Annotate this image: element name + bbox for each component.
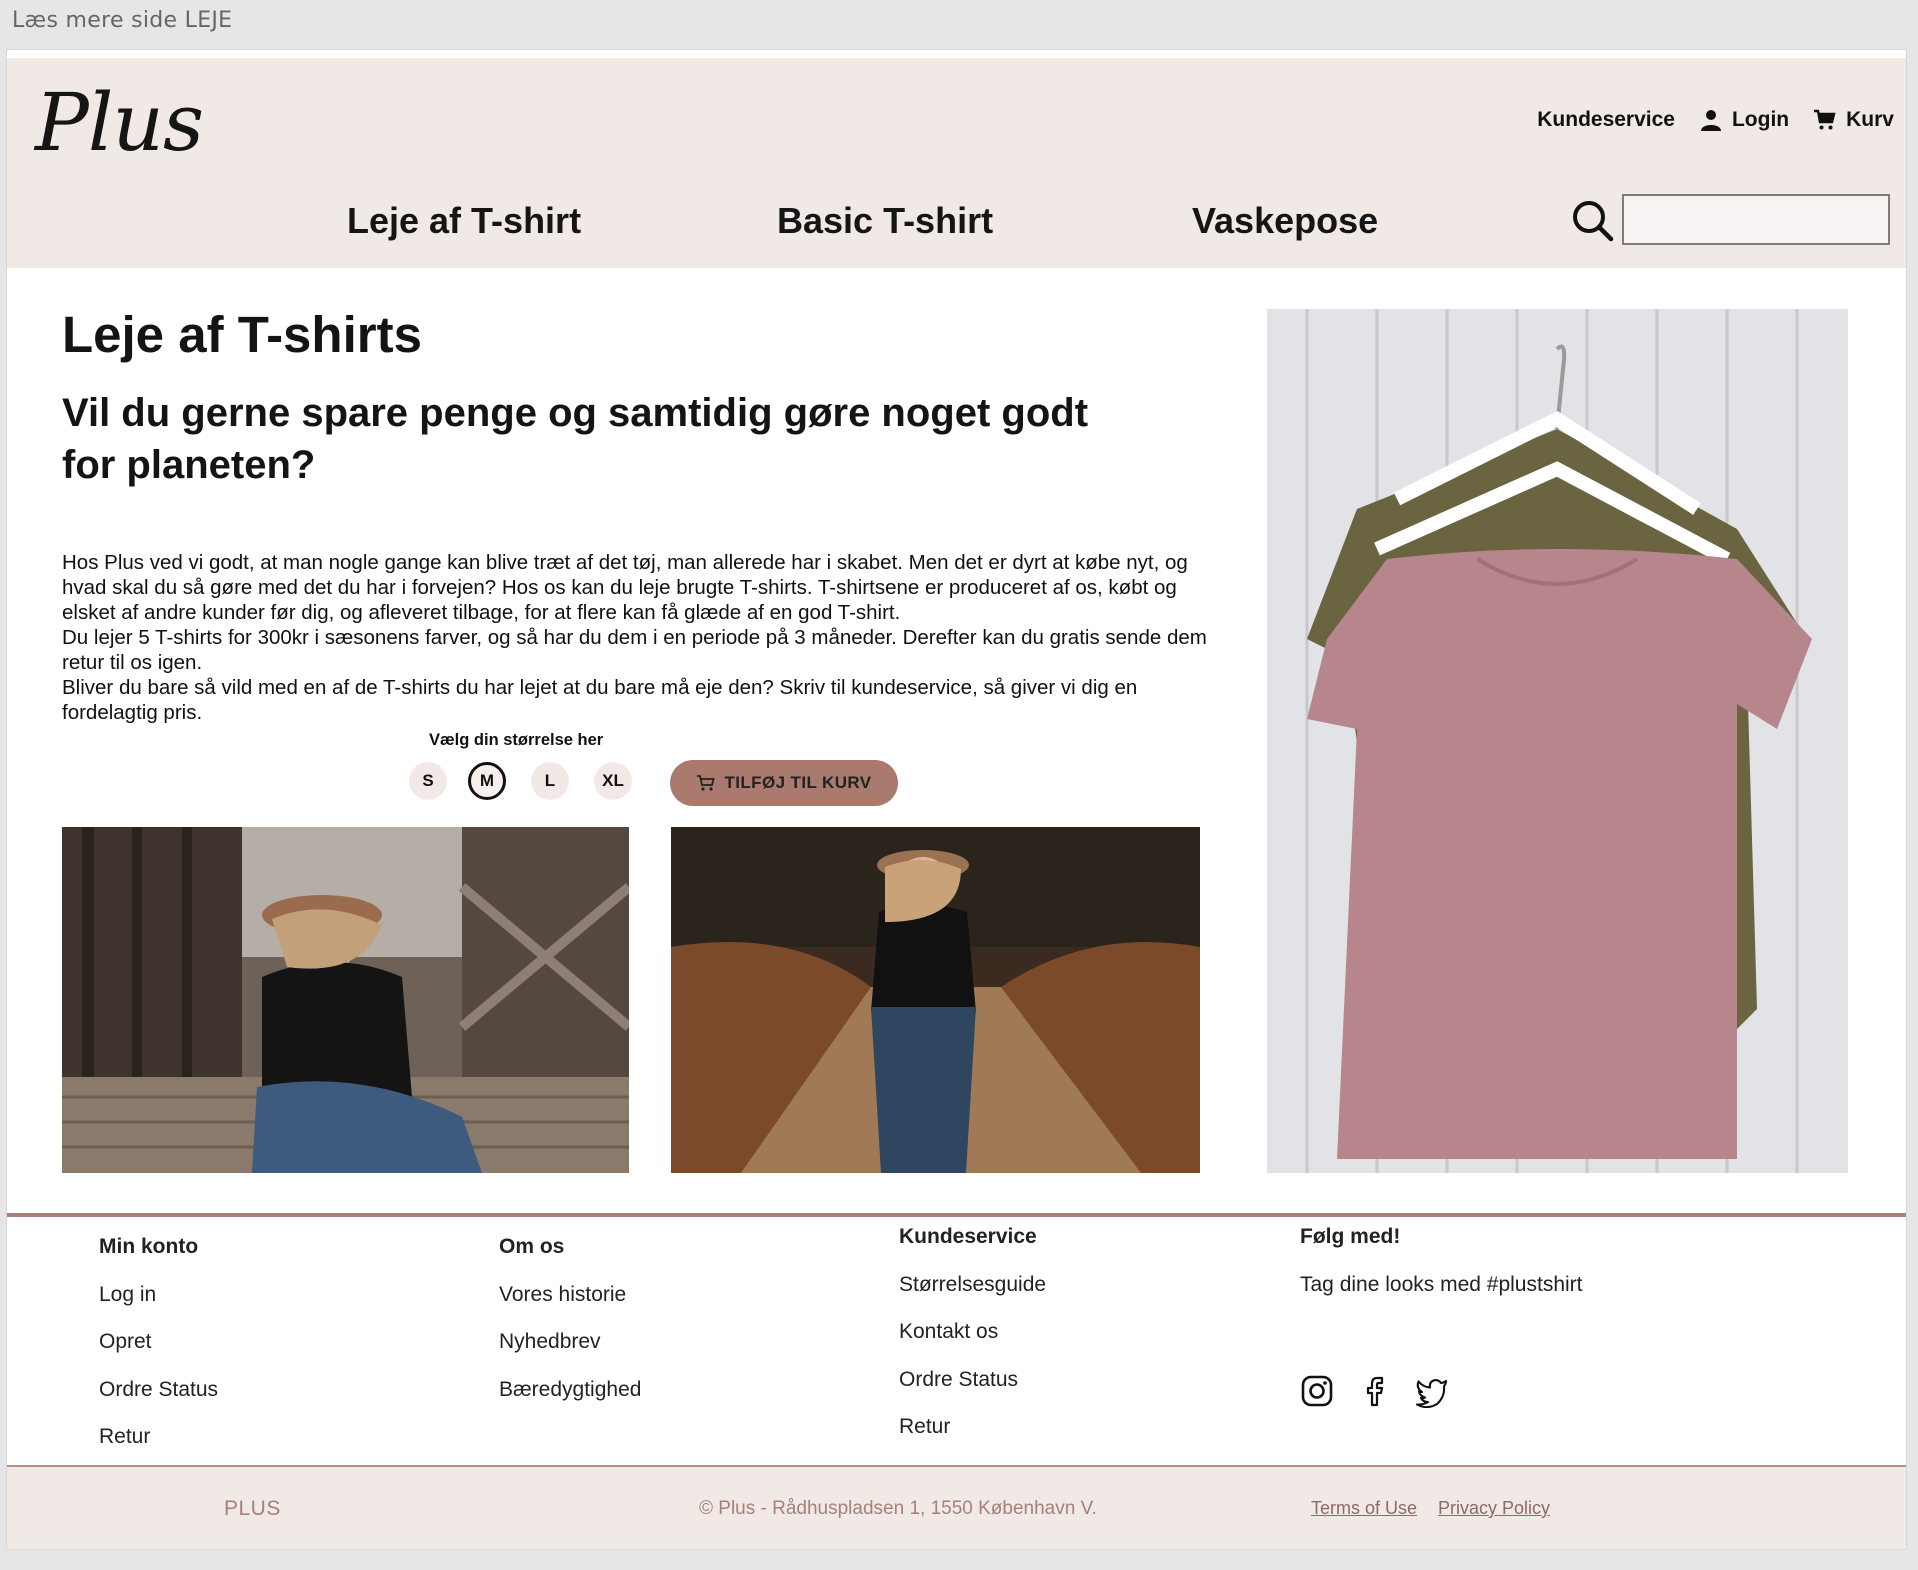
- footer-link-baeredygtighed[interactable]: Bæredygtighed: [499, 1378, 641, 1402]
- size-l-button[interactable]: L: [531, 762, 569, 800]
- twitter-icon[interactable]: [1415, 1374, 1449, 1409]
- footer-heading: Om os: [499, 1235, 565, 1258]
- search-icon[interactable]: [1571, 199, 1615, 243]
- browser-tab-title: Læs mere side LEJE: [0, 0, 1918, 48]
- cart-label: Kurv: [1846, 108, 1894, 131]
- footer-link-opret[interactable]: Opret: [99, 1330, 152, 1354]
- customer-service-link[interactable]: Kundeservice: [1537, 108, 1675, 132]
- paragraph: Du lejer 5 T-shirts for 300kr i sæsonens…: [62, 626, 1207, 674]
- page-frame: Plus Kundeservice Login Kurv Leje af T-s…: [6, 49, 1907, 1550]
- login-link[interactable]: Login: [1699, 108, 1789, 132]
- cart-icon: [697, 775, 716, 791]
- footer-heading: Min konto: [99, 1235, 199, 1258]
- nav-leje-af-tshirt[interactable]: Leje af T-shirt: [347, 200, 581, 242]
- footer-link-ordre-status[interactable]: Ordre Status: [899, 1368, 1018, 1392]
- cart-link[interactable]: Kurv: [1813, 108, 1894, 132]
- user-icon: [1700, 110, 1721, 131]
- footer-link-nyhedbrev[interactable]: Nyhedbrev: [499, 1330, 601, 1354]
- footer-heading: Følg med!: [1300, 1225, 1401, 1248]
- cart-icon: [1814, 109, 1836, 130]
- page-subtitle: Vil du gerne spare penge og samtidig gør…: [62, 391, 1089, 487]
- customer-service-label: Kundeservice: [1537, 108, 1675, 131]
- footer-brand: PLUS: [224, 1497, 281, 1520]
- footer-column-min-konto: Min konto Log in Opret Ordre Status Retu…: [99, 1235, 399, 1448]
- search-input[interactable]: [1622, 194, 1890, 245]
- page-title: Leje af T-shirts: [62, 306, 422, 363]
- instagram-icon[interactable]: [1300, 1374, 1334, 1408]
- site-header: Plus Kundeservice Login Kurv Leje af T-s…: [7, 58, 1906, 268]
- footer-copyright: © Plus - Rådhuspladsen 1, 1550 København…: [699, 1498, 1097, 1519]
- footer-hashtag-text: Tag dine looks med #plustshirt: [1300, 1273, 1583, 1296]
- footer-divider: [7, 1213, 1906, 1217]
- footer-column-om-os: Om os Vores historie Nyhedbrev Bæredygti…: [499, 1235, 799, 1435]
- size-xl-button[interactable]: XL: [594, 762, 632, 800]
- utility-nav: Kundeservice Login Kurv: [1537, 108, 1894, 132]
- add-to-cart-button[interactable]: TILFØJ TIL KURV: [670, 760, 898, 806]
- body-text: Hos Plus ved vi godt, at man nogle gange…: [62, 550, 1222, 725]
- facebook-icon[interactable]: [1360, 1374, 1394, 1408]
- footer-link-retur[interactable]: Retur: [99, 1425, 150, 1449]
- terms-of-use-link[interactable]: Terms of Use: [1311, 1498, 1417, 1519]
- paragraph: Bliver du bare så vild med en af de T-sh…: [62, 676, 1138, 724]
- size-m-button[interactable]: M: [468, 762, 506, 800]
- footer-link-ordre-status[interactable]: Ordre Status: [99, 1378, 218, 1402]
- paragraph: Hos Plus ved vi godt, at man nogle gange…: [62, 551, 1188, 624]
- footer-column-kundeservice: Kundeservice Størrelsesguide Kontakt os …: [899, 1225, 1199, 1438]
- footer-link-log-in[interactable]: Log in: [99, 1283, 156, 1307]
- size-label: Vælg din størrelse her: [429, 731, 604, 749]
- footer-link-kontakt-os[interactable]: Kontakt os: [899, 1320, 998, 1344]
- model-sitting-photo: [62, 827, 629, 1173]
- tshirts-on-hangers-photo: [1267, 309, 1848, 1173]
- logo[interactable]: Plus: [35, 76, 204, 169]
- footer-link-stoerrelsesguide[interactable]: Størrelsesguide: [899, 1273, 1046, 1297]
- footer-link-retur[interactable]: Retur: [899, 1415, 950, 1439]
- login-label: Login: [1731, 108, 1790, 131]
- footer-heading: Kundeservice: [899, 1225, 1037, 1248]
- size-s-button[interactable]: S: [409, 762, 447, 800]
- footer-bottom-bar: PLUS © Plus - Rådhuspladsen 1, 1550 Købe…: [7, 1465, 1906, 1549]
- nav-vaskepose[interactable]: Vaskepose: [1192, 200, 1378, 242]
- footer-link-vores-historie[interactable]: Vores historie: [499, 1283, 626, 1307]
- privacy-policy-link[interactable]: Privacy Policy: [1438, 1498, 1550, 1519]
- nav-basic-tshirt[interactable]: Basic T-shirt: [777, 200, 993, 242]
- add-to-cart-label: TILFØJ TIL KURV: [724, 773, 872, 792]
- model-walking-photo: [671, 827, 1200, 1173]
